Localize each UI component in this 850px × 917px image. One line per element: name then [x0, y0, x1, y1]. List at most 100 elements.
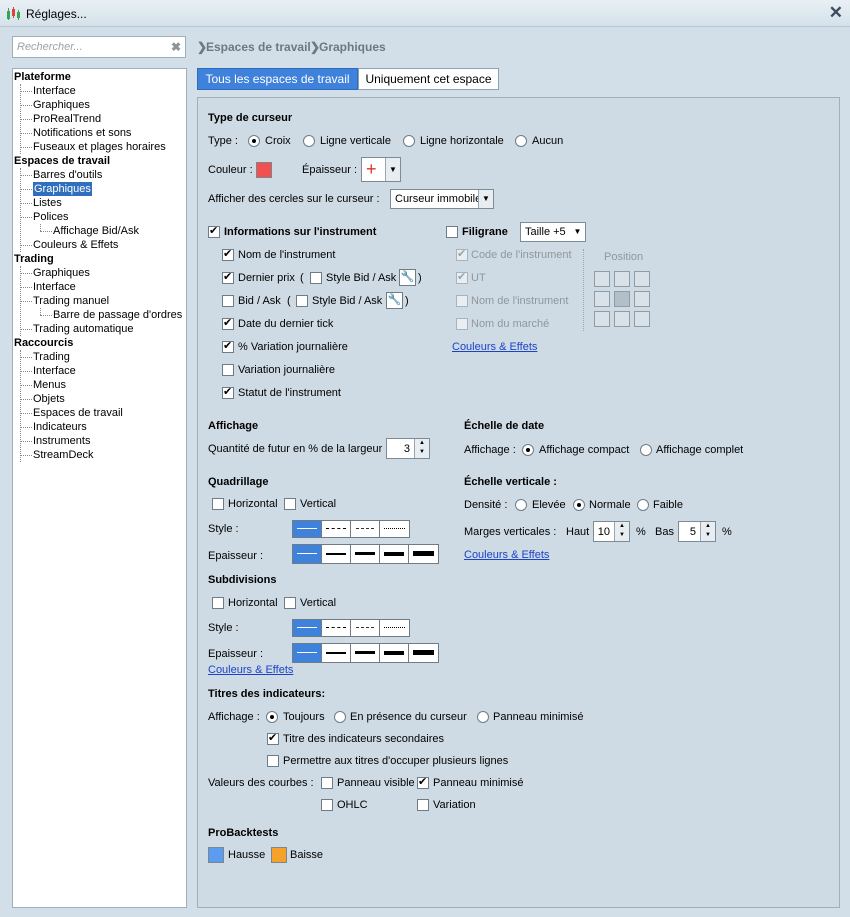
- info-checkbox[interactable]: [208, 224, 220, 238]
- breadcrumb-part2[interactable]: Graphiques: [319, 40, 386, 54]
- close-icon[interactable]: ✕: [829, 3, 843, 23]
- info-status-checkbox[interactable]: [222, 385, 234, 399]
- visible-panel-checkbox[interactable]: [321, 777, 333, 789]
- tree-item-r-streamdeck[interactable]: StreamDeck: [33, 448, 94, 462]
- pos-top-center[interactable]: [614, 271, 630, 287]
- up-color-swatch[interactable]: [208, 847, 224, 863]
- info-last-tick-checkbox[interactable]: [222, 316, 234, 330]
- style-solid[interactable]: [293, 620, 322, 636]
- wm-code-checkbox[interactable]: [456, 247, 468, 261]
- ind-secondary-checkbox[interactable]: [267, 731, 279, 745]
- style-dash-dot[interactable]: [351, 521, 380, 537]
- spin-down-icon[interactable]: ▼: [615, 531, 629, 540]
- last-price-style-checkbox[interactable]: [310, 272, 322, 284]
- info-bid-ask-checkbox[interactable]: [222, 295, 234, 307]
- margin-bottom-spinner[interactable]: 5 ▲ ▼: [678, 521, 716, 542]
- info-pct-change-checkbox[interactable]: [222, 339, 234, 353]
- tree-item-polices[interactable]: Polices: [33, 210, 68, 224]
- cursor-color-swatch[interactable]: [256, 162, 272, 178]
- tree-item-trading-interface[interactable]: Interface: [33, 280, 76, 294]
- watermark-size-dropdown[interactable]: Taille +5 ▼: [520, 222, 586, 242]
- subdiv-horizontal-checkbox[interactable]: [212, 597, 224, 609]
- spin-up-icon[interactable]: ▲: [701, 522, 715, 531]
- tree-item-r-objets[interactable]: Objets: [33, 392, 65, 406]
- pos-top-left[interactable]: [594, 271, 610, 287]
- down-color-swatch[interactable]: [271, 847, 287, 863]
- tree-item-affichage-bid-ask[interactable]: Affichage Bid/Ask: [53, 224, 139, 238]
- cursor-hline-radio[interactable]: [403, 135, 415, 147]
- ind-cursor-radio[interactable]: [334, 711, 346, 723]
- tree-item-r-espaces[interactable]: Espaces de travail: [33, 406, 123, 420]
- tree-item-trading-manuel[interactable]: Trading manuel: [33, 294, 109, 308]
- tree-item-interface[interactable]: Interface: [33, 84, 76, 98]
- date-compact-radio[interactable]: [522, 444, 534, 456]
- pos-top-right[interactable]: [634, 271, 650, 287]
- tree-item-notifications[interactable]: Notifications et sons: [33, 126, 131, 140]
- style-dotted[interactable]: [380, 620, 409, 636]
- density-normal-radio[interactable]: [573, 499, 585, 511]
- thickness-3[interactable]: [351, 644, 380, 662]
- pos-bottom-left[interactable]: [594, 311, 610, 327]
- cursor-thickness-dropdown[interactable]: + ▼: [361, 157, 401, 182]
- tree-item-trading-auto[interactable]: Trading automatique: [33, 322, 134, 336]
- min-panel-checkbox[interactable]: [417, 775, 429, 789]
- subdiv-thickness-selector[interactable]: [292, 643, 439, 663]
- info-last-price-checkbox[interactable]: [222, 270, 234, 284]
- tree-item-r-instruments[interactable]: Instruments: [33, 434, 90, 448]
- subdiv-style-selector[interactable]: [292, 619, 410, 637]
- watermark-colors-link[interactable]: Couleurs & Effets: [452, 341, 537, 353]
- thickness-4[interactable]: [380, 545, 409, 563]
- tree-item-barre-ordres[interactable]: Barre de passage d'ordres: [53, 308, 182, 322]
- tree-item-trading-graphiques[interactable]: Graphiques: [33, 266, 90, 280]
- search-input[interactable]: Rechercher... ✖: [12, 36, 186, 58]
- ohlc-checkbox[interactable]: [321, 799, 333, 811]
- wm-market-checkbox[interactable]: [456, 318, 468, 330]
- tree-group-trading[interactable]: Trading: [14, 252, 54, 266]
- tree-item-barres-outils[interactable]: Barres d'outils: [33, 168, 102, 182]
- tree-item-couleurs-effets[interactable]: Couleurs & Effets: [33, 238, 118, 252]
- thickness-1[interactable]: [293, 545, 322, 563]
- pos-bottom-right[interactable]: [634, 311, 650, 327]
- thickness-5[interactable]: [409, 545, 438, 563]
- watermark-checkbox[interactable]: [446, 226, 458, 238]
- info-name-checkbox[interactable]: [222, 247, 234, 261]
- info-daily-change-checkbox[interactable]: [222, 364, 234, 376]
- spin-down-icon[interactable]: ▼: [415, 448, 429, 457]
- tree-group-espaces[interactable]: Espaces de travail: [14, 154, 110, 168]
- tree-item-r-indicateurs[interactable]: Indicateurs: [33, 420, 87, 434]
- cursor-croix-radio[interactable]: [248, 135, 260, 147]
- wm-ut-checkbox[interactable]: [456, 270, 468, 284]
- tree-item-r-menus[interactable]: Menus: [33, 378, 66, 392]
- grid-horizontal-checkbox[interactable]: [212, 498, 224, 510]
- tree-item-fuseaux[interactable]: Fuseaux et plages horaires: [33, 140, 166, 154]
- future-spinner[interactable]: 3 ▲ ▼: [386, 438, 430, 459]
- wm-name-checkbox[interactable]: [456, 295, 468, 307]
- tree-item-graphiques-selected[interactable]: Graphiques: [33, 182, 92, 196]
- tree-item-graphiques[interactable]: Graphiques: [33, 98, 90, 112]
- breadcrumb-part1[interactable]: Espaces de travail: [206, 40, 311, 54]
- style-solid[interactable]: [293, 521, 322, 537]
- thickness-4[interactable]: [380, 644, 409, 662]
- pos-bottom-center[interactable]: [614, 311, 630, 327]
- style-dashed[interactable]: [322, 620, 351, 636]
- tab-all-workspaces[interactable]: Tous les espaces de travail: [197, 68, 358, 90]
- ind-multiline-checkbox[interactable]: [267, 755, 279, 767]
- tree-group-plateforme[interactable]: Plateforme: [14, 70, 71, 84]
- variation-checkbox[interactable]: [417, 799, 429, 811]
- thickness-2[interactable]: [322, 644, 351, 662]
- grid-thickness-selector[interactable]: [292, 544, 439, 564]
- ind-minimized-radio[interactable]: [477, 711, 489, 723]
- spin-up-icon[interactable]: ▲: [615, 522, 629, 531]
- bid-ask-style-checkbox[interactable]: [296, 295, 308, 307]
- density-high-radio[interactable]: [515, 499, 527, 511]
- pos-mid-left[interactable]: [594, 291, 610, 307]
- spin-up-icon[interactable]: ▲: [415, 439, 429, 448]
- style-dotted[interactable]: [380, 521, 409, 537]
- pos-mid-right[interactable]: [634, 291, 650, 307]
- style-dashed[interactable]: [322, 521, 351, 537]
- wrench-icon[interactable]: 🔧: [399, 269, 416, 286]
- thickness-3[interactable]: [351, 545, 380, 563]
- ind-always-radio[interactable]: [266, 711, 278, 723]
- cursor-none-radio[interactable]: [515, 135, 527, 147]
- spin-down-icon[interactable]: ▼: [701, 531, 715, 540]
